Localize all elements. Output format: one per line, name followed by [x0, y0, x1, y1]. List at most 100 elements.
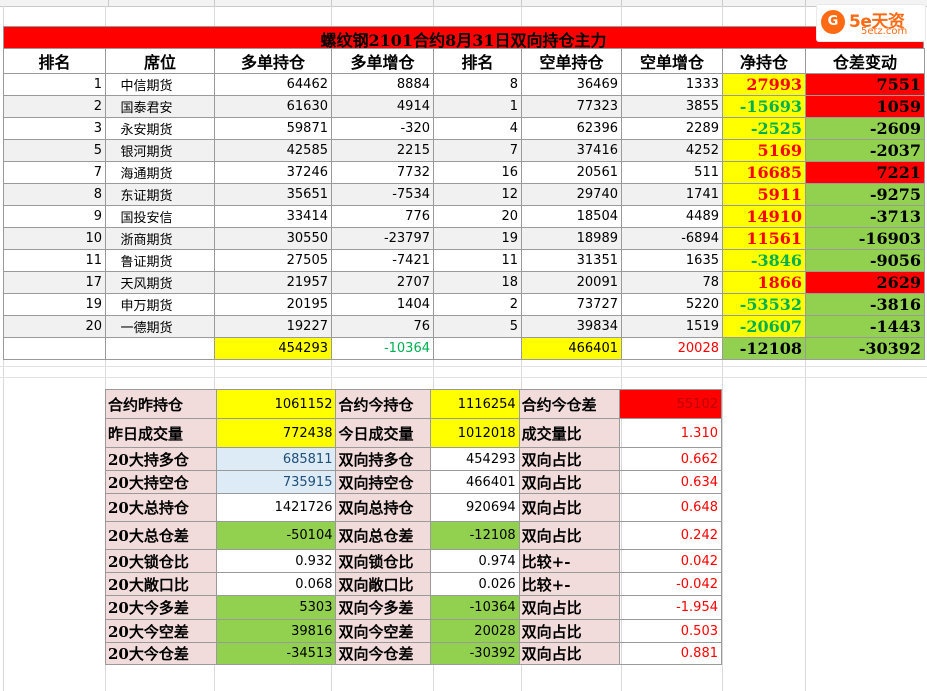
long-position-cell[interactable]: 21957 — [214, 271, 332, 294]
summary-value-cell[interactable]: 0.242 — [619, 521, 722, 550]
summary-value-cell[interactable]: 0.648 — [619, 493, 722, 522]
long-position-cell[interactable]: 27505 — [214, 249, 332, 272]
seat-cell[interactable]: 一德期货 — [105, 315, 215, 338]
summary-label-cell[interactable]: 20大今多差 — [105, 595, 217, 620]
summary-label-cell[interactable]: 双向占比 — [518, 521, 621, 550]
summary-label-cell[interactable]: 成交量比 — [518, 418, 621, 448]
total-long-change-cell[interactable]: -10364 — [331, 337, 434, 360]
short-rank-cell[interactable]: 11 — [433, 249, 522, 272]
summary-label-cell[interactable]: 20大总仓差 — [105, 521, 217, 550]
summary-label-cell[interactable]: 双向今多差 — [335, 595, 432, 620]
summary-label-cell[interactable]: 比较+- — [518, 572, 621, 596]
summary-value-cell[interactable]: 0.503 — [619, 619, 722, 643]
long-change-cell[interactable]: -7421 — [331, 249, 434, 272]
net-position-cell[interactable]: -20607 — [722, 315, 806, 338]
summary-label-cell[interactable]: 20大总持仓 — [105, 493, 217, 522]
short-position-cell[interactable]: 73727 — [521, 293, 622, 316]
summary-value-cell[interactable]: -12108 — [430, 521, 520, 550]
empty-cell[interactable] — [433, 337, 522, 360]
short-position-cell[interactable]: 36469 — [521, 73, 622, 96]
short-rank-cell[interactable]: 2 — [433, 293, 522, 316]
summary-label-cell[interactable]: 双向敞口比 — [335, 572, 432, 596]
short-change-cell[interactable]: 1519 — [621, 315, 723, 338]
net-position-cell[interactable]: -2525 — [722, 117, 806, 140]
summary-label-cell[interactable]: 合约昨持仓 — [105, 389, 217, 419]
short-change-cell[interactable]: -6894 — [621, 227, 723, 250]
summary-value-cell[interactable]: -10364 — [430, 595, 520, 620]
summary-label-cell[interactable]: 双向总持仓 — [335, 493, 432, 522]
short-rank-cell[interactable]: 19 — [433, 227, 522, 250]
short-rank-cell[interactable]: 18 — [433, 271, 522, 294]
short-rank-cell[interactable]: 5 — [433, 315, 522, 338]
short-change-cell[interactable]: 4252 — [621, 139, 723, 162]
summary-value-cell[interactable]: 0.042 — [619, 549, 722, 573]
summary-label-cell[interactable]: 双向占比 — [518, 619, 621, 643]
net-position-cell[interactable]: 14910 — [722, 205, 806, 228]
seat-cell[interactable]: 中信期货 — [105, 73, 215, 96]
column-header[interactable]: 仓差变动 — [805, 48, 925, 74]
seat-cell[interactable]: 申万期货 — [105, 293, 215, 316]
seat-cell[interactable]: 银河期货 — [105, 139, 215, 162]
total-short-change-cell[interactable]: 20028 — [621, 337, 723, 360]
summary-label-cell[interactable]: 比较+- — [518, 549, 621, 573]
summary-label-cell[interactable]: 20大持多仓 — [105, 447, 217, 471]
short-change-cell[interactable]: 511 — [621, 161, 723, 184]
summary-value-cell[interactable]: 1116254 — [430, 389, 520, 419]
long-change-cell[interactable]: 2215 — [331, 139, 434, 162]
rank-cell[interactable]: 19 — [3, 293, 106, 316]
position-change-cell[interactable]: 2629 — [805, 271, 925, 294]
long-change-cell[interactable]: 2707 — [331, 271, 434, 294]
long-position-cell[interactable]: 59871 — [214, 117, 332, 140]
short-change-cell[interactable]: 1333 — [621, 73, 723, 96]
summary-value-cell[interactable]: 5303 — [215, 595, 337, 620]
seat-cell[interactable]: 鲁证期货 — [105, 249, 215, 272]
summary-label-cell[interactable]: 合约今持仓 — [335, 389, 432, 419]
position-change-cell[interactable]: -3713 — [805, 205, 925, 228]
position-change-cell[interactable]: -2609 — [805, 117, 925, 140]
summary-label-cell[interactable]: 20大敞口比 — [105, 572, 217, 596]
summary-value-cell[interactable]: 0.068 — [215, 572, 337, 596]
summary-label-cell[interactable]: 20大持空仓 — [105, 470, 217, 494]
long-change-cell[interactable]: 76 — [331, 315, 434, 338]
net-position-cell[interactable]: 11561 — [722, 227, 806, 250]
summary-value-cell[interactable]: 0.662 — [619, 447, 722, 471]
summary-label-cell[interactable]: 双向今空差 — [335, 619, 432, 643]
column-header[interactable]: 多单持仓 — [214, 48, 332, 74]
total-net-cell[interactable]: -12108 — [722, 337, 806, 360]
rank-cell[interactable]: 5 — [3, 139, 106, 162]
position-change-cell[interactable]: 7221 — [805, 161, 925, 184]
position-change-cell[interactable]: 1059 — [805, 95, 925, 118]
rank-cell[interactable]: 20 — [3, 315, 106, 338]
short-position-cell[interactable]: 20091 — [521, 271, 622, 294]
rank-cell[interactable]: 9 — [3, 205, 106, 228]
net-position-cell[interactable]: 16685 — [722, 161, 806, 184]
summary-value-cell[interactable]: 0.881 — [619, 642, 722, 665]
net-position-cell[interactable]: 5911 — [722, 183, 806, 206]
summary-label-cell[interactable]: 20大今空差 — [105, 619, 217, 643]
long-change-cell[interactable]: 4914 — [331, 95, 434, 118]
column-header[interactable]: 净持仓 — [722, 48, 806, 74]
short-change-cell[interactable]: 1635 — [621, 249, 723, 272]
short-rank-cell[interactable]: 4 — [433, 117, 522, 140]
seat-cell[interactable]: 海通期货 — [105, 161, 215, 184]
summary-value-cell[interactable]: 39816 — [215, 619, 337, 643]
short-position-cell[interactable]: 18989 — [521, 227, 622, 250]
rank-cell[interactable]: 2 — [3, 95, 106, 118]
seat-cell[interactable]: 浙商期货 — [105, 227, 215, 250]
short-position-cell[interactable]: 20561 — [521, 161, 622, 184]
short-position-cell[interactable]: 62396 — [521, 117, 622, 140]
summary-value-cell[interactable]: -30392 — [430, 642, 520, 665]
position-change-cell[interactable]: 7551 — [805, 73, 925, 96]
summary-value-cell[interactable]: 685811 — [215, 447, 337, 471]
summary-value-cell[interactable]: 0.974 — [430, 549, 520, 573]
long-position-cell[interactable]: 42585 — [214, 139, 332, 162]
column-header[interactable]: 排名 — [433, 48, 522, 74]
seat-cell[interactable]: 东证期货 — [105, 183, 215, 206]
total-long-cell[interactable]: 454293 — [214, 337, 332, 360]
long-change-cell[interactable]: 7732 — [331, 161, 434, 184]
summary-value-cell[interactable]: 55102 — [619, 389, 722, 419]
summary-label-cell[interactable]: 双向占比 — [518, 470, 621, 494]
long-position-cell[interactable]: 64462 — [214, 73, 332, 96]
rank-cell[interactable]: 11 — [3, 249, 106, 272]
summary-label-cell[interactable]: 昨日成交量 — [105, 418, 217, 448]
